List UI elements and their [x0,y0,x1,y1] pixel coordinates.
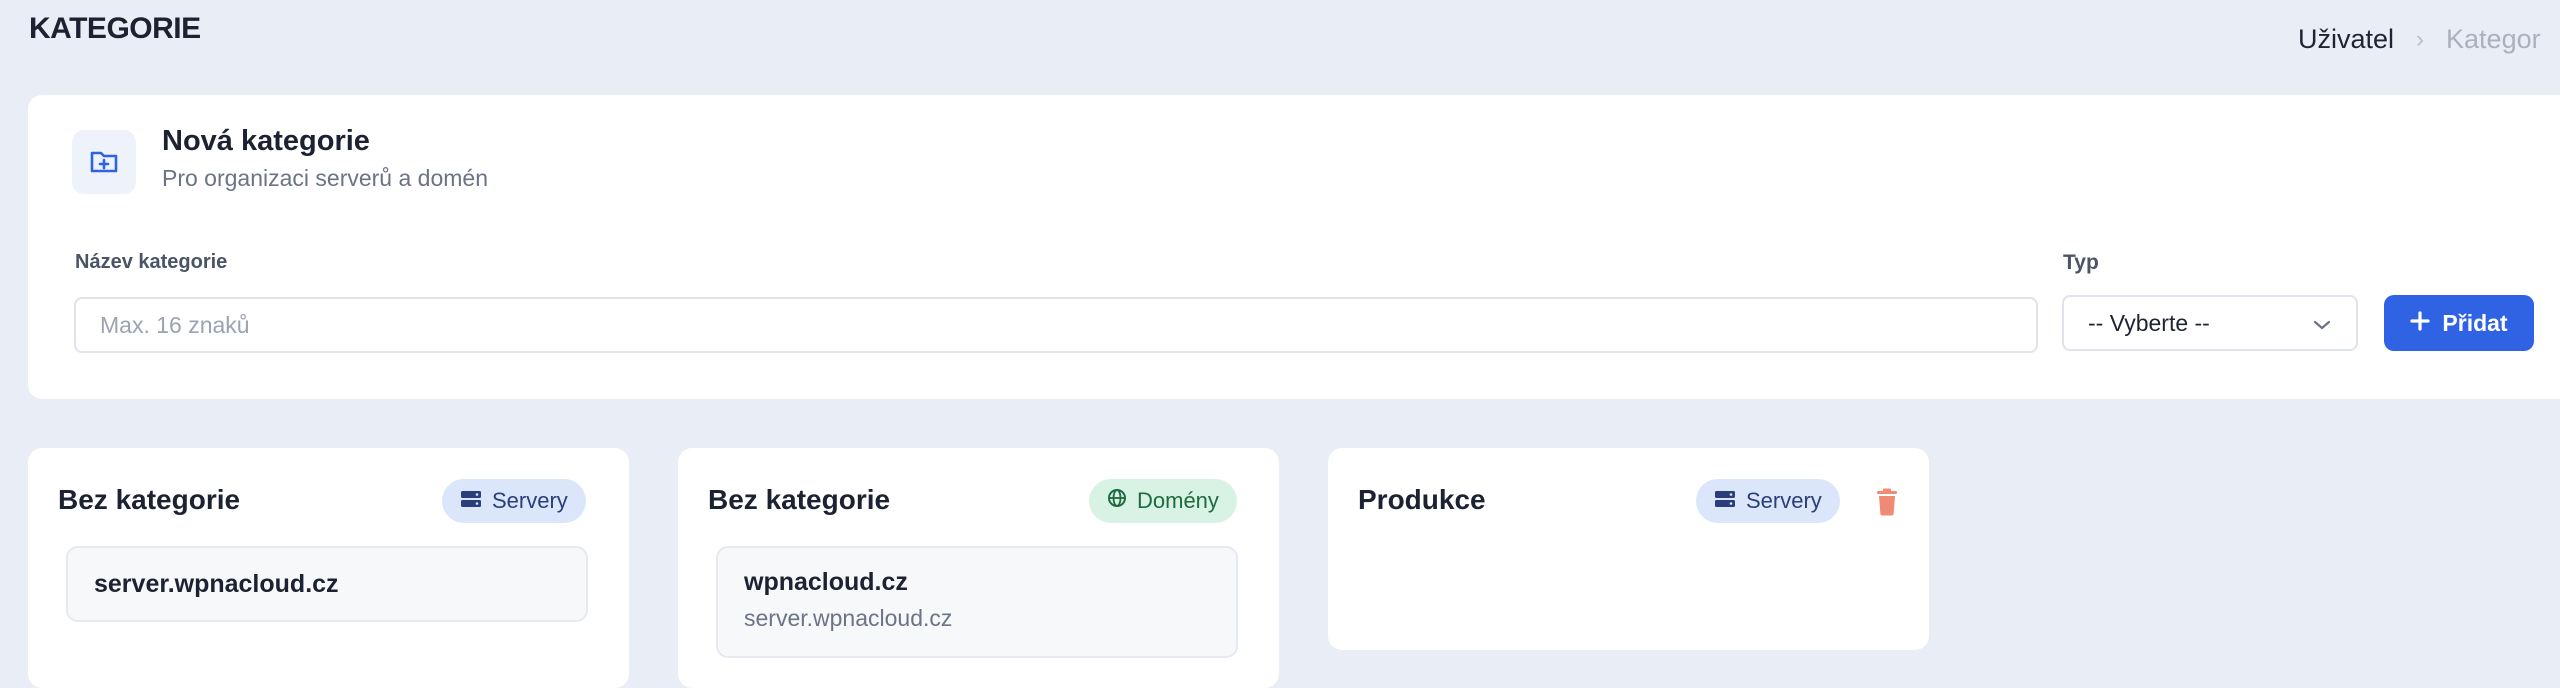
category-type-badge: Servery [442,479,586,523]
category-type-label: Typ [2063,251,2099,274]
breadcrumb: Uživatel › Kategor [2298,24,2541,55]
add-category-button[interactable]: Přidat [2384,295,2534,351]
category-title: Bez kategorie [708,484,891,515]
category-card: Bez kategorie Servery server.wpnacloud.c… [28,448,629,688]
page-title: KATEGORIE [29,12,201,45]
category-title: Produkce [1358,484,1486,515]
category-name-input[interactable] [74,297,2038,353]
category-type-badge-label: Domény [1137,488,1219,513]
add-category-label: Přidat [2442,309,2508,336]
category-type-badge-label: Servery [492,488,568,513]
category-type-select[interactable]: -- Vyberte -- [2062,295,2358,351]
category-type-badge-label: Servery [1746,488,1822,513]
category-name-label: Název kategorie [75,251,228,273]
server-icon [1714,488,1736,514]
trash-icon[interactable] [1875,488,1899,521]
category-title: Bez kategorie [58,484,241,515]
plus-icon [2410,310,2431,337]
list-item[interactable]: server.wpnacloud.cz [66,546,588,622]
category-card: Produkce Servery [1328,448,1929,650]
new-category-card: Nová kategorie Pro organizaci serverů a … [28,95,2560,399]
chevron-down-icon [2312,310,2332,337]
breadcrumb-item-categories: Kategor [2446,24,2541,54]
item-name: wpnacloud.cz [744,568,908,596]
item-name: server.wpnacloud.cz [94,569,339,598]
category-type-badge: Servery [1696,479,1840,523]
list-item[interactable]: wpnacloud.cz server.wpnacloud.cz [716,546,1238,658]
category-type-badge: Domény [1089,479,1237,523]
globe-icon [1107,488,1127,514]
category-type-value: -- Vyberte -- [2088,309,2210,336]
new-category-title: Nová kategorie [162,125,370,157]
folder-plus-icon [72,130,136,194]
breadcrumb-separator-icon: › [2416,25,2425,53]
category-card: Bez kategorie Domény wpnacloud.cz server… [678,448,1279,688]
new-category-subtitle: Pro organizaci serverů a domén [162,165,488,191]
item-server: server.wpnacloud.cz [744,605,953,631]
breadcrumb-item-user[interactable]: Uživatel [2298,24,2394,55]
server-icon [460,488,482,514]
